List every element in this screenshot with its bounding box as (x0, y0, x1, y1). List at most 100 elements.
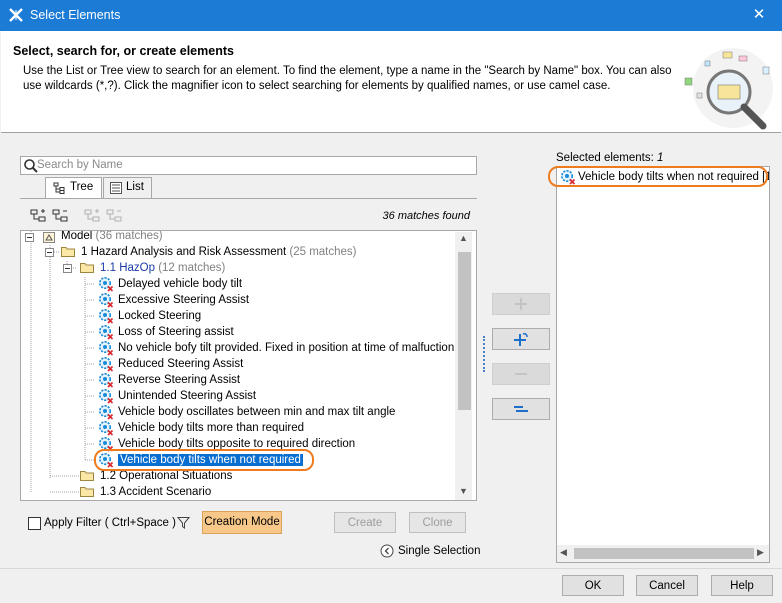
tree-row-hazard-analysis[interactable]: 1 Hazard Analysis and Risk Assessment (2… (81, 244, 357, 260)
hazard-element-icon (99, 389, 114, 404)
hazard-element-icon (99, 405, 114, 420)
ok-button[interactable]: OK (562, 575, 624, 596)
operational-label: 1.2 Operational Situations (100, 470, 233, 482)
expand-all-icon[interactable] (30, 209, 46, 223)
remove-all-icon (514, 406, 528, 412)
apply-filter-label: Apply Filter ( Ctrl+Space ) (44, 517, 176, 529)
tree-row-model[interactable]: Model (36 matches) (61, 230, 163, 244)
hazard-element-icon (99, 293, 114, 308)
tree-scroll-thumb[interactable] (458, 252, 471, 410)
hazop-count: (12 matches) (158, 262, 226, 274)
title-bar: Select Elements ✕ (0, 0, 782, 31)
expand-selected-icon (84, 209, 100, 222)
tree-row[interactable]: Reduced Steering Assist (118, 356, 243, 372)
matches-count: 36 matches found (382, 210, 470, 222)
tree-row[interactable]: Delayed vehicle body tilt (118, 276, 242, 292)
scroll-up-icon[interactable]: ▲ (459, 233, 468, 243)
tree-row[interactable]: Unintended Steering Assist (118, 388, 256, 404)
selected-hscroll-thumb[interactable] (574, 548, 754, 559)
footer-separator (0, 568, 782, 569)
scroll-right-icon[interactable]: ▶ (757, 547, 764, 558)
help-button[interactable]: Help (711, 575, 773, 596)
splitter-handle[interactable] (483, 336, 485, 372)
selected-elements-list[interactable]: Vehicle body tilts when not required [1 (556, 166, 770, 563)
minus-icon (515, 373, 527, 375)
collapse-toggle-icon[interactable] (63, 264, 72, 273)
hazard-element-icon (99, 325, 114, 340)
tree-item-label: Vehicle body oscillates between min and … (118, 406, 396, 418)
tree-row[interactable]: Vehicle body tilts more than required (118, 420, 304, 436)
tab-list[interactable]: List (103, 177, 152, 198)
remove-button[interactable] (492, 363, 550, 385)
tree-row[interactable]: Locked Steering (118, 308, 201, 324)
apply-filter-checkbox[interactable] (28, 517, 41, 530)
cancel-button[interactable]: Cancel (636, 575, 698, 596)
creation-mode-button[interactable]: Creation Mode (202, 511, 282, 534)
folder-icon (61, 247, 75, 257)
tree-row[interactable]: Excessive Steering Assist (118, 292, 249, 308)
single-selection-label[interactable]: Single Selection (398, 545, 480, 557)
hazop-number: 1.1 (100, 262, 116, 274)
single-selection-icon[interactable] (380, 544, 394, 558)
tab-list-label: List (126, 181, 144, 193)
header-description: Use the List or Tree view to search for … (23, 65, 672, 92)
tab-tree-label: Tree (70, 181, 94, 193)
hazard-element-icon (99, 309, 114, 324)
tree-icon (53, 182, 65, 194)
collapse-toggle-icon[interactable] (45, 248, 54, 257)
tree-row[interactable]: No vehicle bofy tilt provided. Fixed in … (118, 340, 454, 356)
collapse-toggle-icon[interactable] (25, 233, 34, 242)
filter-icon[interactable] (177, 516, 190, 529)
close-icon: ✕ (752, 6, 766, 23)
tree-item-label: No vehicle bofy tilt provided. Fixed in … (118, 342, 455, 354)
model-count: (36 matches) (95, 230, 163, 242)
plus-icon (515, 298, 527, 310)
model-label: Model (61, 230, 93, 242)
window-title: Select Elements (30, 8, 121, 22)
folder-icon (80, 487, 94, 497)
tree-item-label: Delayed vehicle body tilt (118, 278, 243, 290)
tree-row-hazop[interactable]: 1.1 HazOp (12 matches) (100, 260, 225, 276)
hazop-label: HazOp (119, 262, 155, 274)
folder-icon (80, 471, 94, 481)
hazard-element-icon (99, 277, 114, 292)
tree-row[interactable]: Reverse Steering Assist (118, 372, 240, 388)
hazard-count: (25 matches) (289, 246, 357, 258)
hazard-element-icon (99, 341, 114, 356)
search-input[interactable]: Search by Name (37, 159, 123, 171)
tree-item-label: Locked Steering (118, 310, 202, 322)
add-button[interactable] (492, 293, 550, 315)
list-icon (110, 182, 122, 194)
tree-item-label: Excessive Steering Assist (118, 294, 250, 306)
scroll-left-icon[interactable]: ◀ (560, 547, 567, 558)
selected-label-text: Selected elements: (556, 152, 654, 164)
close-button[interactable]: ✕ (748, 5, 770, 25)
tree-item-label: Loss of Steering assist (118, 326, 234, 338)
hazard-element-icon (99, 373, 114, 388)
header-title: Select, search for, or create elements (13, 44, 234, 58)
add-all-button[interactable] (492, 328, 550, 350)
collapse-all-icon[interactable] (52, 209, 68, 223)
tree-item-label: Unintended Steering Assist (118, 390, 257, 402)
selected-count: 1 (657, 152, 664, 164)
clone-button[interactable]: Clone (409, 512, 466, 533)
tree-row[interactable]: Loss of Steering assist (118, 324, 234, 340)
tree-row-accident-scenario[interactable]: 1.3 Accident Scenario (100, 484, 211, 500)
magnifier-elements-icon (684, 48, 773, 130)
model-package-icon (43, 232, 55, 243)
tree-item-label: Reverse Steering Assist (118, 374, 241, 386)
app-logo-icon (9, 8, 23, 22)
collapse-selected-icon (106, 209, 122, 222)
tree-row[interactable]: Vehicle body oscillates between min and … (118, 404, 395, 420)
selected-elements-label: Selected elements: 1 (556, 152, 663, 164)
create-button[interactable]: Create (334, 512, 396, 533)
tree-item-label: Reduced Steering Assist (118, 358, 244, 370)
hazard-label: 1 Hazard Analysis and Risk Assessment (81, 246, 287, 258)
scroll-down-icon[interactable]: ▼ (459, 486, 468, 496)
remove-all-button[interactable] (492, 398, 550, 420)
search-field[interactable]: Search by Name (20, 156, 477, 175)
tab-underline (20, 198, 477, 199)
tab-tree[interactable]: Tree (45, 177, 102, 198)
plus-curved-icon (514, 333, 528, 346)
accident-label: 1.3 Accident Scenario (100, 486, 212, 498)
